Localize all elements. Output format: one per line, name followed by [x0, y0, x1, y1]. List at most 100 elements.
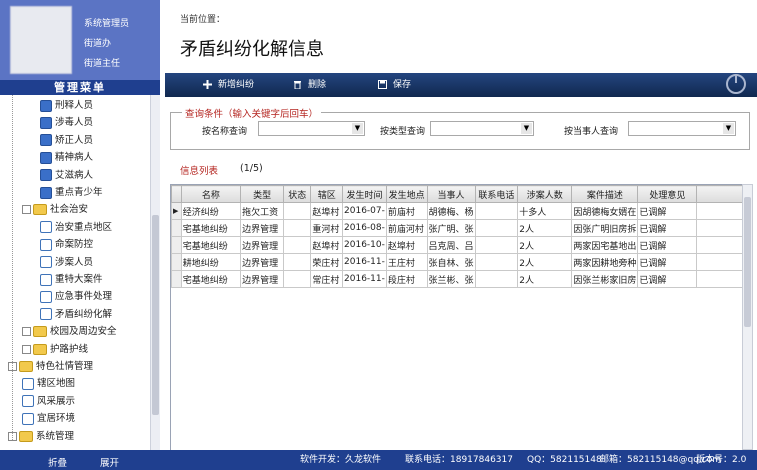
- table-cell[interactable]: 胡德梅、杨: [426, 202, 476, 220]
- tree-item[interactable]: 重特大案件: [40, 272, 103, 287]
- table-cell[interactable]: 张广明、张: [426, 219, 476, 237]
- table-row[interactable]: 宅基地纠纷 边界管理 常庄村 2016-11- 段庄村 张兰彬、张 2人 因张兰彬家旧房 已调解: [171, 270, 743, 288]
- tree-item[interactable]: 矛盾纠纷化解: [40, 307, 112, 322]
- collapse-icon[interactable]: [22, 205, 31, 215]
- name-filter-select[interactable]: ▼: [258, 121, 365, 136]
- table-cell[interactable]: 2016-08-: [342, 219, 387, 237]
- tree-item[interactable]: 涉案人员: [40, 255, 93, 270]
- table-cell[interactable]: 两家因耕地旁种: [571, 253, 639, 271]
- table-cell[interactable]: [283, 236, 312, 254]
- column-header[interactable]: 处理意见: [637, 185, 698, 203]
- column-header[interactable]: 案件描述: [571, 185, 639, 203]
- table-cell[interactable]: 2016-10-: [342, 236, 387, 254]
- tree-item[interactable]: 艾滋病人: [40, 168, 93, 183]
- table-cell[interactable]: 已调解: [637, 270, 698, 288]
- table-cell[interactable]: 张兰彬、张: [426, 270, 476, 288]
- table-cell[interactable]: [283, 270, 312, 288]
- row-header[interactable]: [171, 219, 182, 237]
- table-cell[interactable]: 已调解: [637, 253, 698, 271]
- column-header[interactable]: 发生时间: [342, 185, 387, 203]
- table-cell[interactable]: 边界管理: [240, 236, 285, 254]
- table-cell[interactable]: 2人: [517, 270, 573, 288]
- table-cell[interactable]: 吕克周、吕: [426, 236, 476, 254]
- table-cell[interactable]: [474, 236, 519, 254]
- tree-item[interactable]: 宜居环境: [22, 411, 75, 426]
- column-header[interactable]: 类型: [240, 185, 285, 203]
- expand-button[interactable]: 展开: [100, 455, 119, 469]
- table-cell[interactable]: [474, 253, 519, 271]
- table-cell[interactable]: 常庄村: [310, 270, 344, 288]
- row-header[interactable]: [171, 270, 182, 288]
- table-cell[interactable]: 2人: [517, 219, 573, 237]
- save-button[interactable]: 保存: [378, 78, 411, 92]
- table-cell[interactable]: [283, 202, 312, 220]
- tree-item[interactable]: 治安重点地区: [40, 220, 112, 235]
- tree-item[interactable]: 重点青少年: [40, 185, 103, 200]
- tree-item[interactable]: 辖区地图: [22, 376, 75, 391]
- tree-item[interactable]: 护路护线: [22, 342, 88, 357]
- table-row[interactable]: 耕地纠纷 边界管理 荣庄村 2016-11- 王庄村 张自林、张 2人 两家因耕地旁种 已调解: [171, 253, 743, 271]
- table-cell[interactable]: 耕地纠纷: [180, 253, 242, 271]
- table-cell[interactable]: 2人: [517, 253, 573, 271]
- collapse-button[interactable]: 折叠: [48, 455, 67, 469]
- tree-item[interactable]: 刑释人员: [40, 98, 93, 113]
- type-filter-select[interactable]: ▼: [430, 121, 534, 136]
- table-cell[interactable]: 2016-07-: [342, 202, 387, 220]
- table-cell[interactable]: [474, 270, 519, 288]
- table-cell[interactable]: 宅基地纠纷: [180, 270, 242, 288]
- table-cell[interactable]: 段庄村: [385, 270, 428, 288]
- scrollbar-thumb[interactable]: [152, 215, 159, 415]
- row-header[interactable]: [171, 236, 182, 254]
- table-cell[interactable]: 荣庄村: [310, 253, 344, 271]
- table-cell[interactable]: 2016-11-: [342, 270, 387, 288]
- table-cell[interactable]: [283, 219, 312, 237]
- tree-item[interactable]: 矫正人员: [40, 133, 93, 148]
- tree-item[interactable]: 精神病人: [40, 150, 93, 165]
- table-cell[interactable]: 因张兰彬家旧房: [571, 270, 639, 288]
- table-cell[interactable]: 赵埠村: [310, 202, 344, 220]
- column-header[interactable]: 状态: [283, 185, 312, 203]
- column-header[interactable]: 当事人: [426, 185, 476, 203]
- table-cell[interactable]: 2016-11-: [342, 253, 387, 271]
- table-row[interactable]: 宅基地纠纷 边界管理 赵埠村 2016-10- 赵埠村 吕克周、吕 2人 两家因宅基地出 已调解: [171, 236, 743, 254]
- table-cell[interactable]: 王庄村: [385, 253, 428, 271]
- tree-item[interactable]: 应急事件处理: [40, 289, 112, 304]
- table-cell[interactable]: 因张广明旧房拆: [571, 219, 639, 237]
- scrollbar-thumb[interactable]: [744, 197, 751, 327]
- row-header[interactable]: [171, 253, 182, 271]
- table-cell[interactable]: 2人: [517, 236, 573, 254]
- table-cell[interactable]: 重河村: [310, 219, 344, 237]
- tree-item[interactable]: 特色社情管理: [8, 359, 93, 374]
- table-cell[interactable]: 宅基地纠纷: [180, 236, 242, 254]
- table-cell[interactable]: 赵埠村: [310, 236, 344, 254]
- table-cell[interactable]: 张自林、张: [426, 253, 476, 271]
- tree-item[interactable]: 涉毒人员: [40, 115, 93, 130]
- tree-item[interactable]: 校园及周边安全: [22, 324, 117, 339]
- table-cell[interactable]: 宅基地纠纷: [180, 219, 242, 237]
- column-header[interactable]: 辖区: [310, 185, 344, 203]
- row-header[interactable]: ▶: [171, 202, 182, 220]
- table-cell[interactable]: 边界管理: [240, 219, 285, 237]
- tree-item[interactable]: 命案防控: [40, 237, 93, 252]
- add-dispute-button[interactable]: 新增纠纷: [203, 78, 254, 92]
- table-cell[interactable]: [283, 253, 312, 271]
- column-header[interactable]: 名称: [180, 185, 242, 203]
- column-header[interactable]: 涉案人数: [517, 185, 573, 203]
- table-cell[interactable]: 因胡德梅女婿在: [571, 202, 639, 220]
- tree-item[interactable]: 社会治安: [22, 202, 88, 217]
- grid-scrollbar[interactable]: [742, 184, 753, 450]
- table-cell[interactable]: [474, 219, 519, 237]
- expand-icon[interactable]: [22, 327, 31, 337]
- table-row[interactable]: 宅基地纠纷 边界管理 重河村 2016-08- 前庙河村 张广明、张 2人 因张广明旧房拆 已调…: [171, 219, 743, 237]
- tree-item[interactable]: 风采展示: [22, 394, 75, 409]
- table-cell[interactable]: 赵埠村: [385, 236, 428, 254]
- table-cell[interactable]: [474, 202, 519, 220]
- table-cell[interactable]: 拖欠工资: [240, 202, 285, 220]
- expand-icon[interactable]: [22, 344, 31, 354]
- table-cell[interactable]: 边界管理: [240, 270, 285, 288]
- table-row[interactable]: ▶ 经济纠纷 拖欠工资 赵埠村 2016-07- 前庙村 胡德梅、杨 十多人 因胡德梅女婿在 已调…: [171, 202, 743, 220]
- column-header[interactable]: 发生地点: [385, 185, 428, 203]
- table-cell[interactable]: 已调解: [637, 202, 698, 220]
- table-cell[interactable]: 前庙村: [385, 202, 428, 220]
- table-cell[interactable]: 两家因宅基地出: [571, 236, 639, 254]
